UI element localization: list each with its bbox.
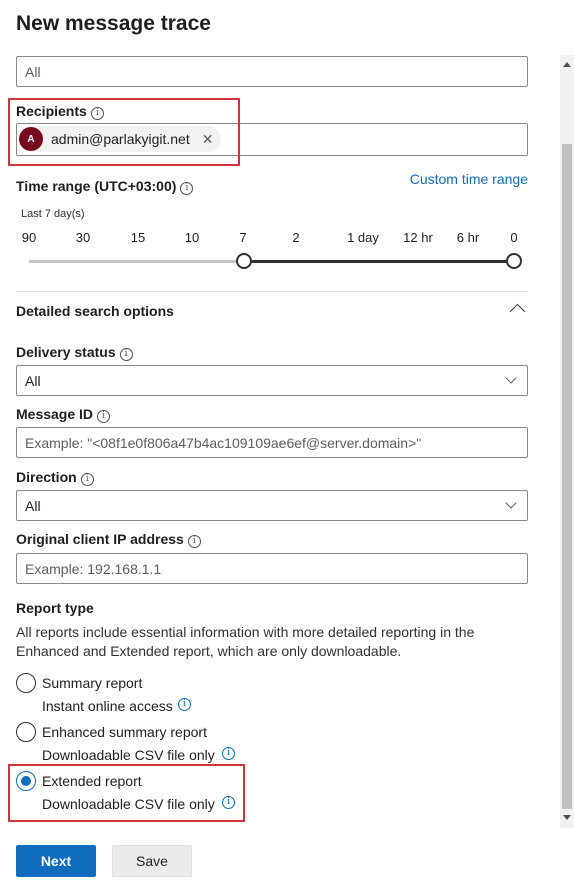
delivery-status-value: All bbox=[25, 372, 41, 389]
report-type-description: All reports include essential informatio… bbox=[16, 623, 546, 661]
info-icon[interactable]: i bbox=[187, 535, 201, 548]
tick-label: 7 bbox=[239, 230, 247, 245]
direction-label-text: Direction bbox=[16, 469, 77, 485]
summary-report-sub: Instant online access bbox=[42, 698, 173, 714]
info-icon[interactable]: i bbox=[222, 743, 235, 760]
client-ip-label-text: Original client IP address bbox=[16, 531, 184, 547]
scrollbar-thumb[interactable] bbox=[562, 144, 572, 809]
tick-label: 6 hr bbox=[456, 230, 480, 245]
tick-label: 15 bbox=[130, 230, 146, 245]
time-range-ticks: 90 30 15 10 7 2 1 day 12 hr 6 hr 0 bbox=[0, 230, 560, 250]
report-type-label: Report type bbox=[16, 600, 94, 616]
time-range-label: Time range (UTC+03:00) i bbox=[16, 178, 194, 195]
senders-input[interactable]: All bbox=[16, 56, 528, 87]
summary-report-label[interactable]: Summary report bbox=[42, 675, 142, 691]
tick-label: 90 bbox=[21, 230, 37, 245]
tick-label: 30 bbox=[75, 230, 91, 245]
client-ip-input[interactable]: Example: 192.168.1.1 bbox=[16, 553, 528, 584]
scroll-up-arrow-icon[interactable] bbox=[563, 62, 571, 67]
tick-label: 12 hr bbox=[403, 230, 433, 245]
chevron-down-icon bbox=[505, 497, 517, 509]
info-icon[interactable]: i bbox=[119, 348, 133, 361]
time-range-sublabel: Last 7 day(s) bbox=[21, 208, 85, 220]
info-icon[interactable]: i bbox=[178, 694, 191, 711]
message-id-input[interactable]: Example: "<08f1e0f806a47b4ac109109ae6ef@… bbox=[16, 427, 528, 458]
highlight-recipients bbox=[8, 98, 240, 166]
delivery-status-select[interactable]: All bbox=[16, 365, 528, 396]
direction-select[interactable]: All bbox=[16, 490, 528, 521]
tick-label: 1 day bbox=[347, 230, 379, 245]
enhanced-summary-report-radio[interactable] bbox=[16, 722, 36, 742]
info-icon[interactable]: i bbox=[80, 473, 94, 486]
chevron-down-icon bbox=[505, 372, 517, 384]
chevron-up-icon[interactable] bbox=[509, 303, 526, 320]
delivery-status-label: Delivery status i bbox=[16, 344, 133, 361]
slider-end-handle[interactable] bbox=[506, 253, 522, 269]
client-ip-placeholder: Example: 192.168.1.1 bbox=[25, 560, 162, 577]
next-button[interactable]: Next bbox=[16, 845, 96, 877]
senders-value: All bbox=[25, 63, 41, 80]
info-icon[interactable]: i bbox=[97, 410, 111, 423]
detailed-search-title[interactable]: Detailed search options bbox=[16, 303, 174, 319]
slider-active-range bbox=[244, 260, 514, 263]
direction-value: All bbox=[25, 497, 41, 514]
enhanced-summary-report-sub: Downloadable CSV file only bbox=[42, 747, 215, 763]
time-range-label-text: Time range (UTC+03:00) bbox=[16, 178, 177, 194]
delivery-status-label-text: Delivery status bbox=[16, 344, 116, 360]
highlight-extended-report bbox=[8, 764, 245, 822]
message-id-label: Message ID i bbox=[16, 406, 111, 423]
page-title: New message trace bbox=[16, 12, 211, 35]
message-id-placeholder: Example: "<08f1e0f806a47b4ac109109ae6ef@… bbox=[25, 434, 422, 451]
direction-label: Direction i bbox=[16, 469, 94, 486]
divider bbox=[16, 291, 528, 292]
message-id-label-text: Message ID bbox=[16, 406, 94, 422]
tick-label: 2 bbox=[292, 230, 300, 245]
footer-divider bbox=[0, 828, 574, 829]
slider-start-handle[interactable] bbox=[236, 253, 252, 269]
custom-time-range-link[interactable]: Custom time range bbox=[410, 171, 528, 187]
report-type-description-line: Enhanced and Extended report, which are … bbox=[16, 643, 402, 659]
tick-label: 10 bbox=[184, 230, 200, 245]
client-ip-label: Original client IP address i bbox=[16, 531, 201, 548]
save-button[interactable]: Save bbox=[112, 845, 192, 877]
enhanced-summary-report-label[interactable]: Enhanced summary report bbox=[42, 724, 207, 740]
tick-label: 0 bbox=[510, 230, 518, 245]
report-type-description-line: All reports include essential informatio… bbox=[16, 624, 475, 640]
info-icon[interactable]: i bbox=[180, 182, 194, 195]
scroll-down-arrow-icon[interactable] bbox=[563, 815, 571, 820]
summary-report-radio[interactable] bbox=[16, 673, 36, 693]
